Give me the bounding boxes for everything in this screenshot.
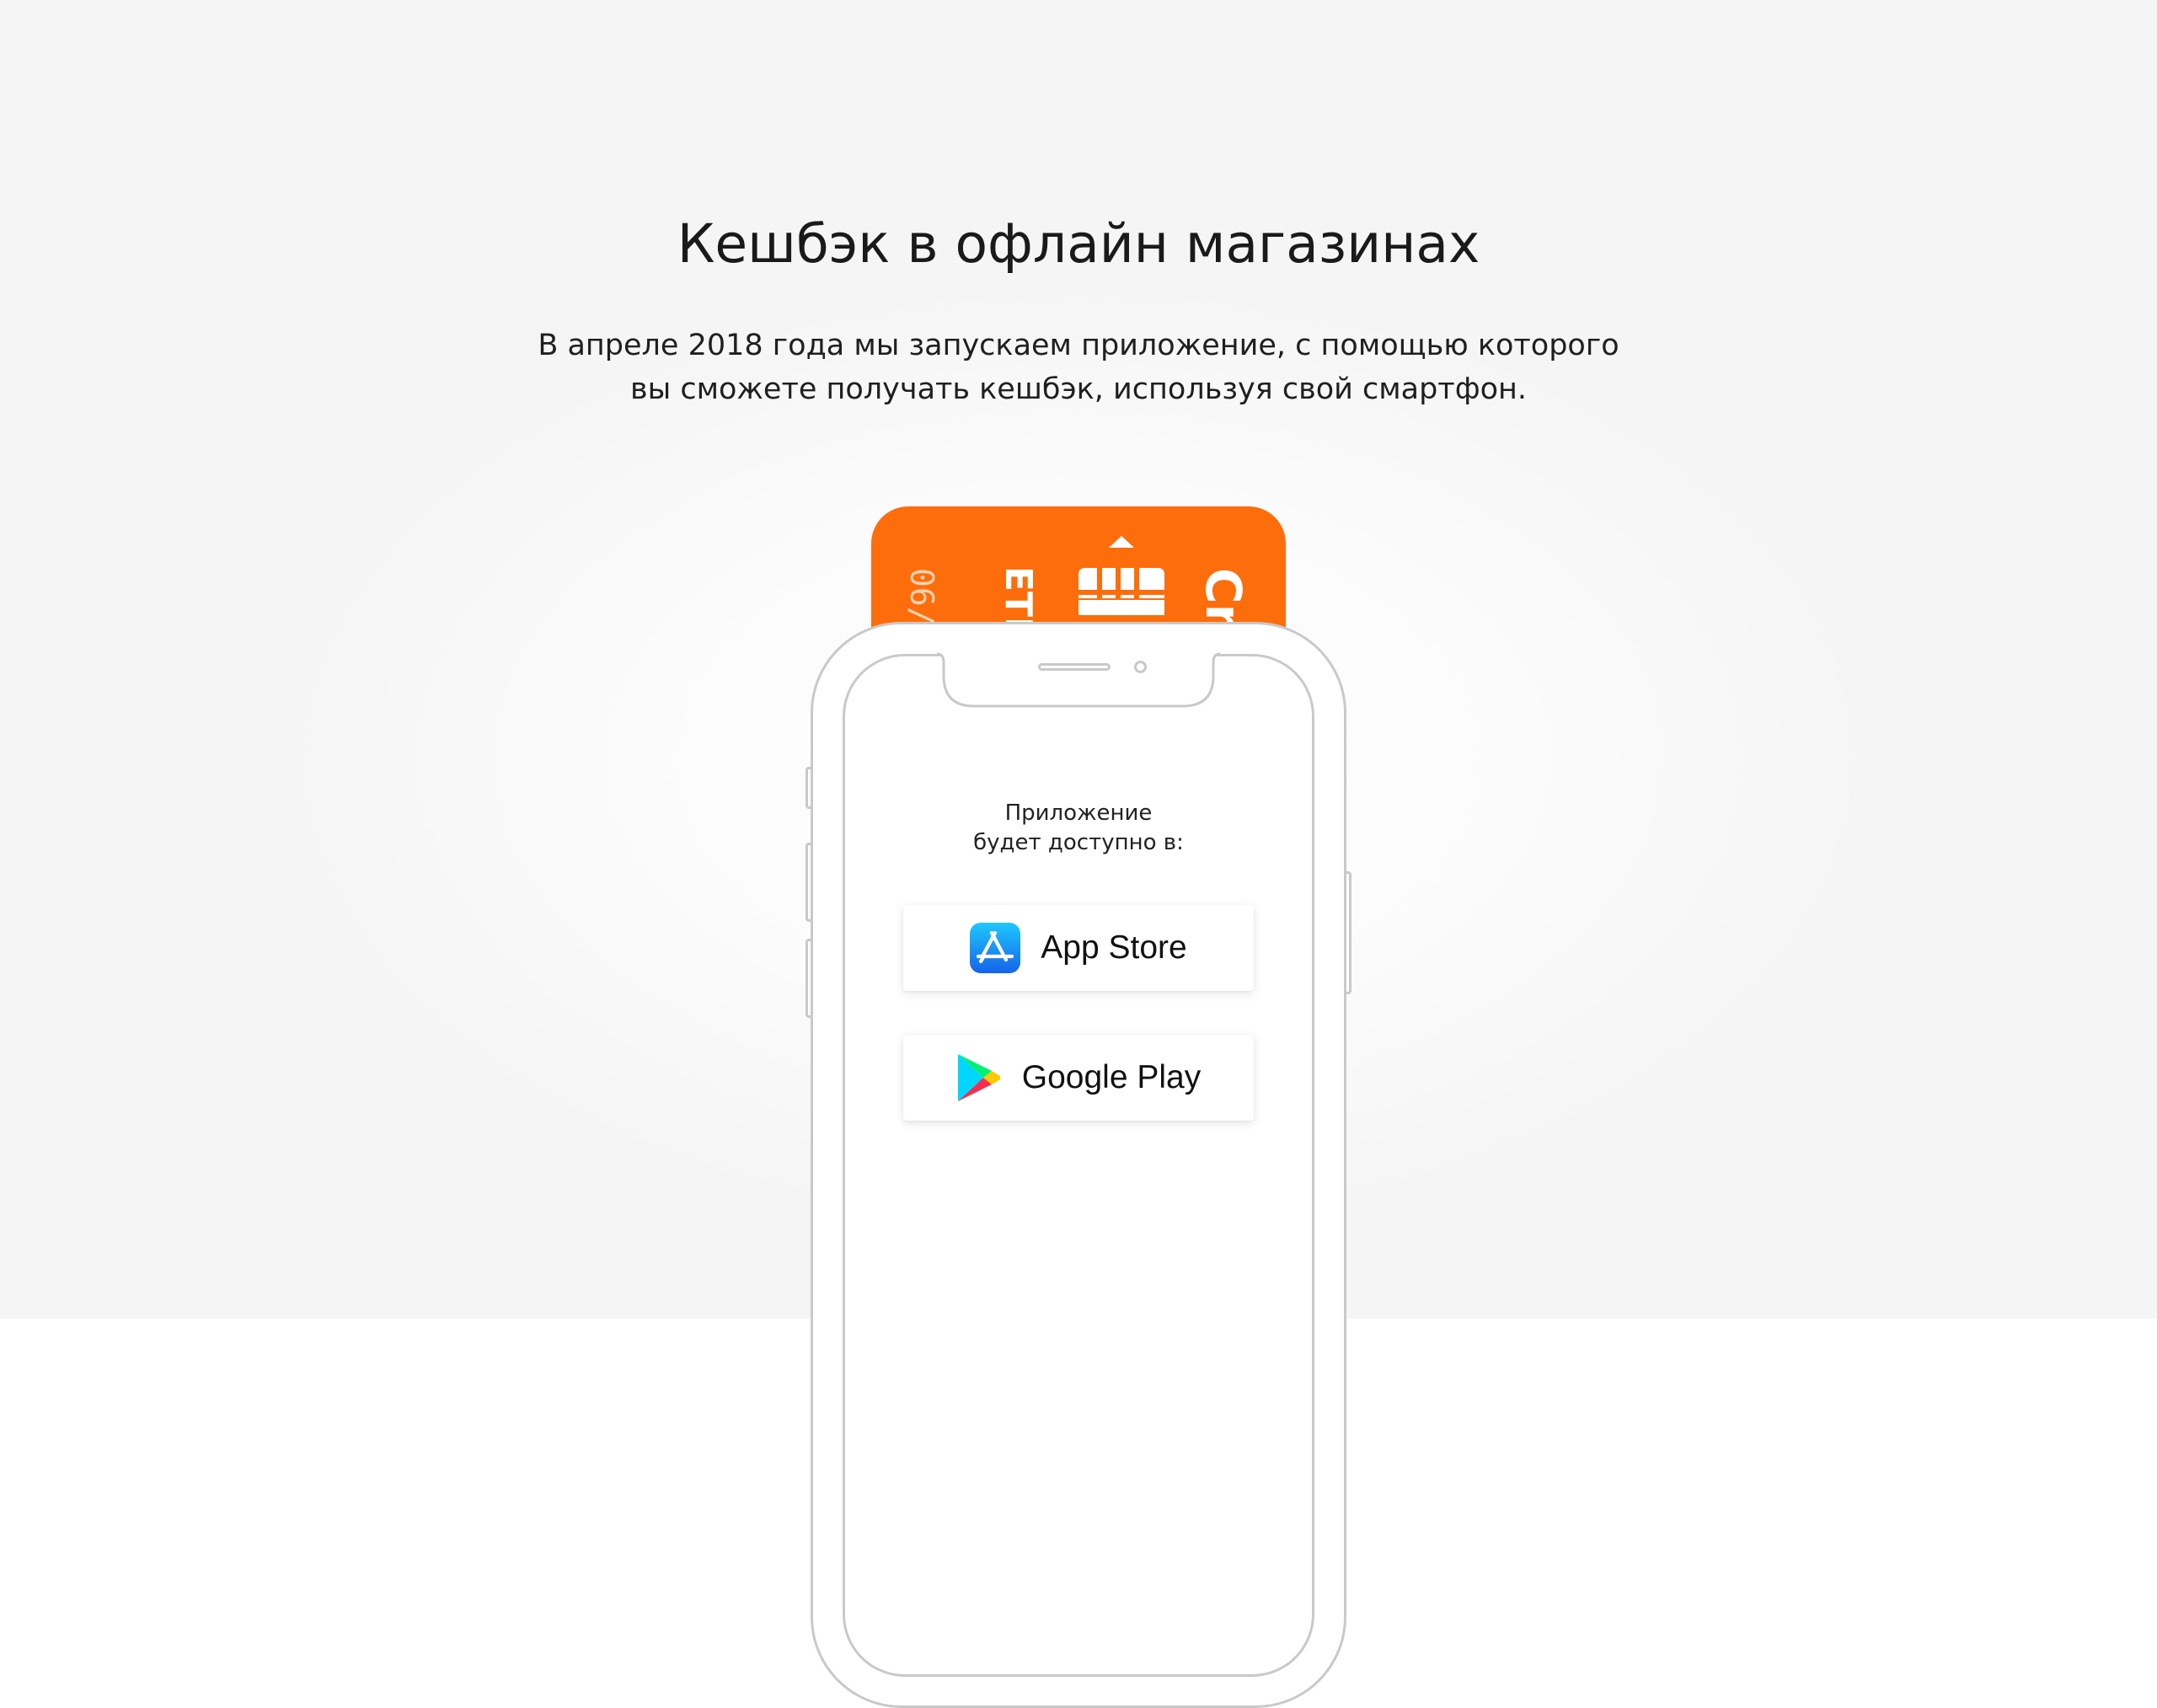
card-brand-fragment: Cr (1195, 568, 1252, 629)
google-play-label: Google Play (1021, 1059, 1202, 1095)
section-title: Кешбэк в офлайн магазинах (677, 213, 1480, 275)
phone-notch (936, 652, 1221, 708)
subtitle-line-2: вы сможете получать кешбэк, используя св… (629, 372, 1528, 406)
google-play-button[interactable]: Google Play (903, 1035, 1254, 1121)
availability-text: Приложение будет доступно в: (843, 799, 1314, 858)
card-bank-logo-icon (1078, 536, 1164, 615)
card-number-fragment: 06/ (903, 568, 940, 626)
app-store-button[interactable]: App Store (903, 905, 1254, 991)
section-subtitle: В апреле 2018 года мы запускаем приложен… (0, 324, 2157, 411)
google-play-icon (957, 1054, 1000, 1101)
availability-line-2: будет доступно в: (973, 830, 1184, 855)
page: Кешбэк в офлайн магазинах В апреле 2018 … (0, 0, 2157, 1708)
app-store-label: App Store (1041, 929, 1187, 966)
subtitle-line-1: В апреле 2018 года мы запускаем приложен… (538, 329, 1619, 362)
availability-line-1: Приложение (1004, 800, 1153, 826)
phone-camera (1134, 661, 1147, 673)
phone-speaker (1038, 663, 1111, 671)
app-store-icon (970, 923, 1021, 973)
